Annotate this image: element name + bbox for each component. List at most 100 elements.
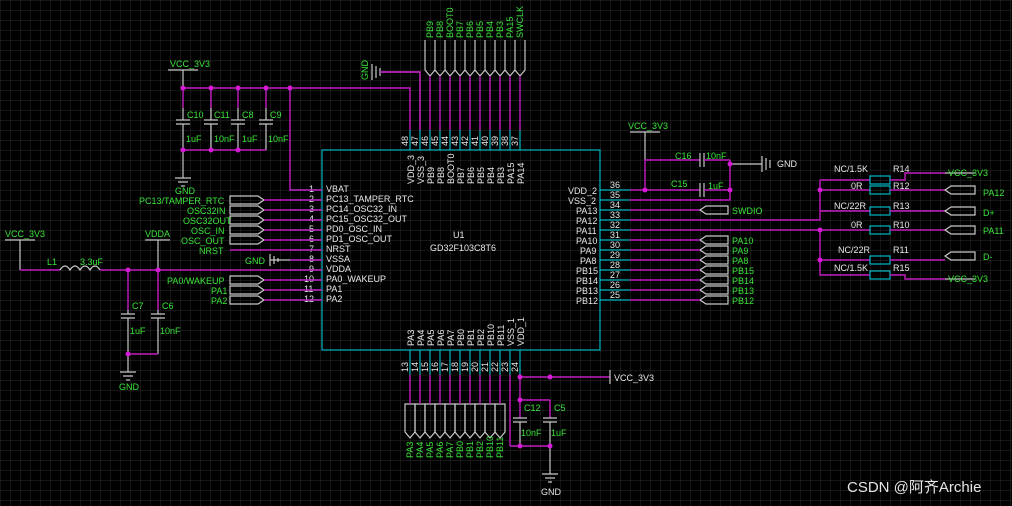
svg-text:12: 12 [304, 294, 314, 304]
svg-text:PA11: PA11 [983, 226, 1004, 236]
svg-text:R12: R12 [893, 181, 910, 191]
svg-text:PB1: PB1 [465, 441, 475, 458]
schematic-svg: U1 GD32F103C8T6 1 VBAT 2 PC13_TAMPER_RTC 3… [0, 0, 1012, 506]
svg-text:PA5: PA5 [425, 442, 435, 458]
svg-text:C16: C16 [675, 151, 692, 161]
svg-text:44: 44 [440, 136, 450, 146]
svg-text:8: 8 [309, 254, 314, 264]
svg-text:PB2: PB2 [475, 441, 485, 458]
svg-text:20: 20 [470, 362, 480, 372]
svg-text:30: 30 [610, 240, 620, 250]
svg-text:33: 33 [610, 210, 620, 220]
svg-text:OSC32IN: OSC32IN [187, 206, 226, 216]
svg-text:PB3: PB3 [495, 21, 505, 38]
svg-text:26: 26 [610, 280, 620, 290]
svg-text:43: 43 [450, 136, 460, 146]
svg-text:13: 13 [400, 362, 410, 372]
svg-text:R15: R15 [893, 263, 910, 273]
svg-text:PC13_TAMPER_RTC: PC13_TAMPER_RTC [326, 194, 414, 204]
chip-designator: U1 [453, 230, 465, 240]
gnd-label-vdda: GND [119, 382, 140, 392]
svg-text:PA6: PA6 [436, 330, 446, 346]
svg-text:10nF: 10nF [214, 134, 235, 144]
svg-text:C6: C6 [162, 301, 174, 311]
svg-text:PC15_OSC32_OUT: PC15_OSC32_OUT [326, 214, 408, 224]
svg-text:PB11: PB11 [495, 437, 505, 458]
svg-text:37: 37 [510, 136, 520, 146]
svg-text:OSC_IN: OSC_IN [191, 226, 225, 236]
svg-text:48: 48 [400, 136, 410, 146]
svg-text:PA12: PA12 [576, 216, 597, 226]
svg-text:10nF: 10nF [521, 428, 542, 438]
svg-text:31: 31 [610, 230, 620, 240]
svg-text:PB7: PB7 [456, 167, 466, 184]
svg-text:PB4: PB4 [486, 167, 496, 184]
svg-text:PA8: PA8 [732, 256, 748, 266]
svg-text:NRST: NRST [326, 244, 351, 254]
svg-text:PB8: PB8 [436, 167, 446, 184]
svg-text:C15: C15 [671, 179, 688, 189]
svg-text:PA7: PA7 [446, 330, 456, 346]
svg-text:PB14: PB14 [732, 276, 754, 286]
svg-text:PB6: PB6 [466, 167, 476, 184]
svg-text:PB10: PB10 [485, 436, 495, 458]
svg-text:10: 10 [304, 274, 314, 284]
svg-text:2: 2 [309, 194, 314, 204]
svg-text:PA9: PA9 [732, 246, 748, 256]
svg-text:PB1: PB1 [466, 329, 476, 346]
svg-text:1uF: 1uF [551, 428, 567, 438]
svg-text:PA4: PA4 [415, 442, 425, 458]
svg-text:41: 41 [470, 136, 480, 146]
svg-text:PA15: PA15 [505, 17, 515, 38]
svg-text:PA15: PA15 [506, 163, 516, 184]
svg-text:36: 36 [610, 180, 620, 190]
svg-text:35: 35 [610, 190, 620, 200]
svg-text:NRST: NRST [199, 246, 224, 256]
watermark: CSDN @阿齐Archie [847, 479, 981, 496]
svg-text:C7: C7 [132, 301, 144, 311]
vdda-label: VDDA [145, 229, 170, 239]
svg-text:PA0/WAKEUP: PA0/WAKEUP [167, 276, 225, 286]
svg-text:1: 1 [309, 184, 314, 194]
svg-text:PB13: PB13 [732, 286, 754, 296]
svg-text:OSC_OUT: OSC_OUT [181, 236, 225, 246]
svg-text:PB5: PB5 [475, 21, 485, 38]
svg-text:45: 45 [430, 136, 440, 146]
svg-text:17: 17 [440, 362, 450, 372]
gnd-label-vssa: GND [245, 256, 266, 266]
svg-text:27: 27 [610, 270, 620, 280]
svg-text:VDDA: VDDA [326, 264, 351, 274]
svg-text:PA1: PA1 [211, 286, 227, 296]
svg-text:16: 16 [430, 362, 440, 372]
svg-text:PB0: PB0 [456, 329, 466, 346]
gnd-label-top: GND [360, 60, 370, 81]
swdio-label: SWDIO [732, 206, 763, 216]
svg-text:VSS_3: VSS_3 [416, 156, 426, 184]
svg-text:24: 24 [510, 362, 520, 372]
svg-text:SWCLK: SWCLK [515, 6, 525, 38]
vcc-3v3-label-bottom: VCC_3V3 [614, 373, 654, 383]
svg-text:PA11: PA11 [576, 226, 597, 236]
svg-text:R13: R13 [893, 201, 910, 211]
svg-text:6: 6 [309, 234, 314, 244]
svg-text:1uF: 1uF [708, 181, 724, 191]
svg-text:PD0_OSC_IN: PD0_OSC_IN [326, 224, 382, 234]
svg-text:PB6: PB6 [465, 21, 475, 38]
svg-text:PA2: PA2 [211, 296, 227, 306]
svg-text:C11: C11 [214, 110, 230, 120]
svg-text:7: 7 [309, 244, 314, 254]
schematic-canvas[interactable]: U1 GD32F103C8T6 1 VBAT 2 PC13_TAMPER_RTC 3… [0, 0, 1012, 506]
svg-text:5: 5 [309, 224, 314, 234]
svg-text:19: 19 [460, 362, 470, 372]
svg-text:PB13: PB13 [576, 286, 598, 296]
svg-text:PB9: PB9 [425, 21, 435, 38]
svg-text:PB15: PB15 [732, 266, 754, 276]
svg-text:PB14: PB14 [576, 276, 598, 286]
svg-text:NC/1.5K: NC/1.5K [834, 164, 868, 174]
svg-text:C10: C10 [187, 110, 204, 120]
svg-text:PA13: PA13 [576, 206, 597, 216]
svg-text:PB12: PB12 [576, 296, 598, 306]
svg-text:PC14_OSC32_IN: PC14_OSC32_IN [326, 204, 397, 214]
svg-text:PB11: PB11 [496, 325, 506, 346]
svg-text:PA0_WAKEUP: PA0_WAKEUP [326, 274, 386, 284]
